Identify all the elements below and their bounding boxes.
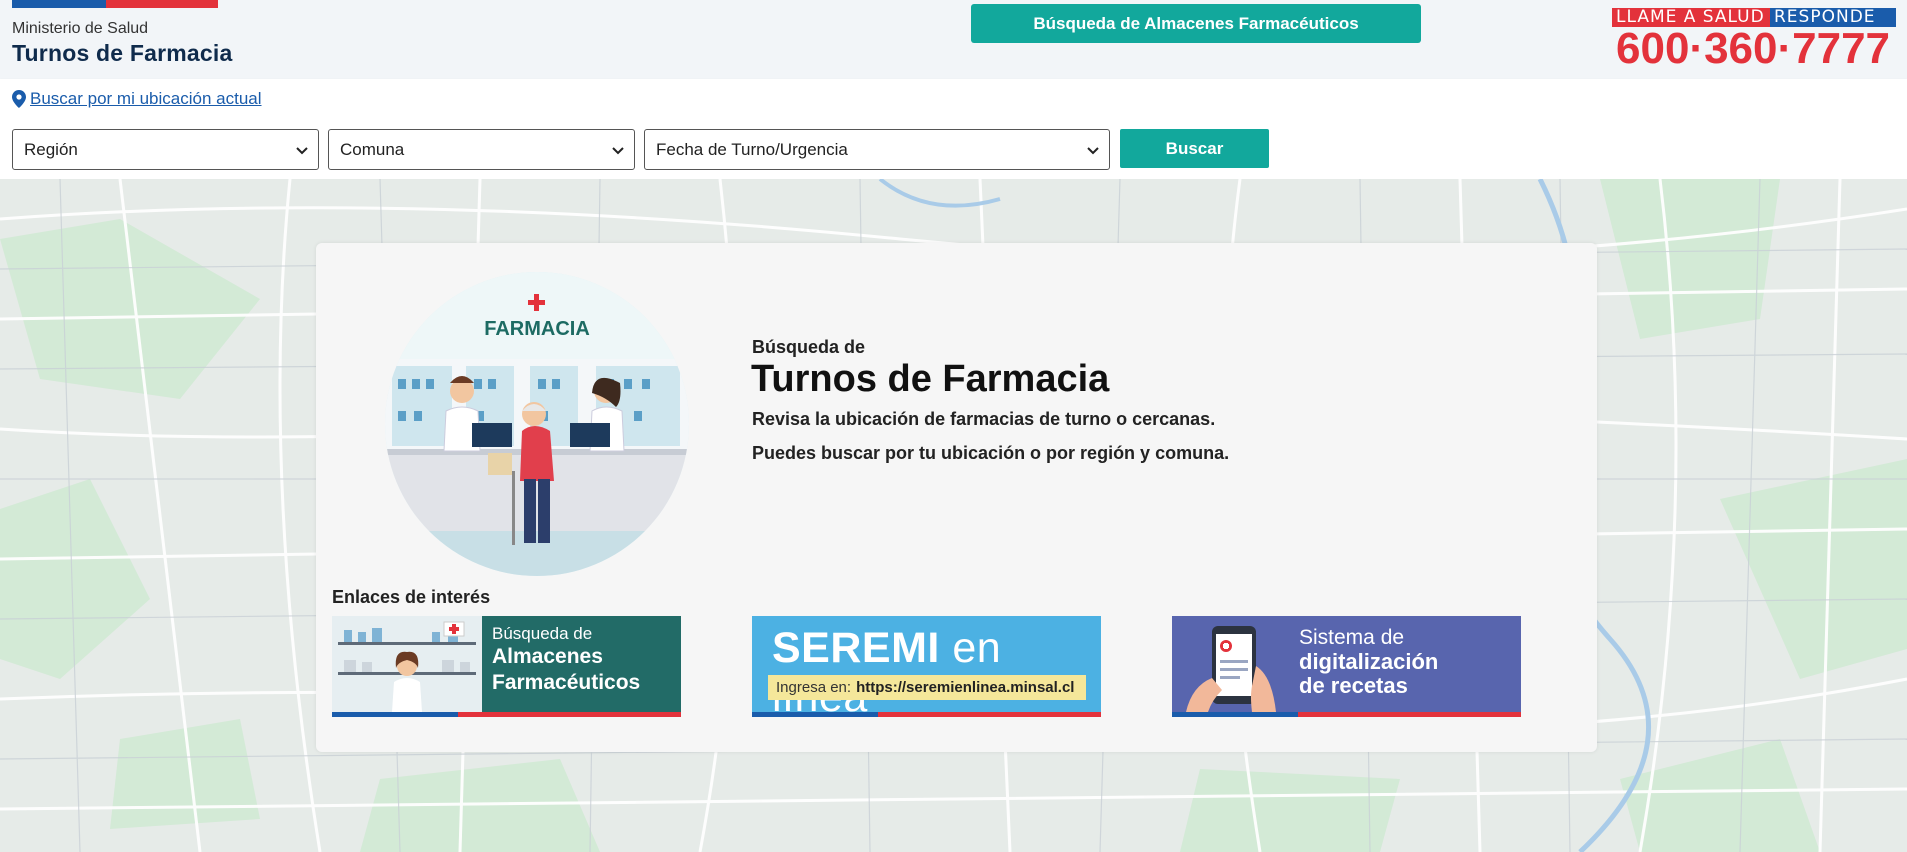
recetas-banner-link[interactable]: Sistema de digitalización de recetas	[1172, 616, 1521, 717]
almacenes-banner-line1: Almacenes	[492, 645, 603, 668]
almacenes-banner-text: Búsqueda de Almacenes Farmacéuticos	[492, 624, 640, 696]
almacenes-banner-link[interactable]: Búsqueda de Almacenes Farmacéuticos	[332, 616, 681, 717]
search-button[interactable]: Buscar	[1120, 129, 1269, 168]
ministry-name: Ministerio de Salud	[12, 20, 149, 37]
seremi-banner-title: SEREMI en línea	[772, 624, 1002, 717]
hero-title: Turnos de Farmacia	[751, 358, 1110, 400]
recetas-banner-text: Sistema de digitalización de recetas	[1299, 626, 1438, 698]
region-select-value: Región	[24, 139, 78, 159]
seremi-banner-link[interactable]: SEREMI en línea Ingresa en:https://serem…	[752, 616, 1101, 717]
seremi-banner-url: https://seremienlinea.minsal.cl	[856, 679, 1075, 696]
phone-hand-icon	[1186, 626, 1276, 712]
chevron-down-icon	[1087, 142, 1099, 158]
almacenes-banner-line2: Farmacéuticos	[492, 671, 641, 694]
gov-flag-strip	[12, 0, 218, 8]
comuna-select[interactable]: Comuna	[328, 129, 635, 170]
current-location-link[interactable]: Buscar por mi ubicación actual	[12, 89, 262, 109]
recetas-banner-line2: de recetas	[1299, 673, 1408, 698]
farmacia-sign-text: FARMACIA	[484, 318, 590, 340]
seremi-banner-url-box: Ingresa en: https://seremienlinea.minsal.…	[768, 675, 1086, 700]
search-panel: Buscar por mi ubicación actual Región Co…	[0, 79, 1907, 179]
almacenes-search-button[interactable]: Búsqueda de Almacenes Farmacéuticos	[971, 4, 1421, 43]
almacenes-illustration	[332, 616, 482, 712]
info-card: FARMACIA Búsqueda de Turnos de Farmacia …	[316, 243, 1597, 752]
links-heading: Enlaces de interés	[332, 587, 491, 607]
chevron-down-icon	[296, 142, 308, 158]
comuna-select-value: Comuna	[340, 139, 405, 159]
salud-phone-number[interactable]: 600·360·7777	[1616, 24, 1890, 74]
hero-pre-title: Búsqueda de	[752, 337, 866, 357]
top-header: Ministerio de Salud Turnos de Farmacia B…	[0, 0, 1907, 79]
fecha-select[interactable]: Fecha de Turno/Urgencia	[644, 129, 1110, 170]
hero-description-1: Revisa la ubicación de farmacias de turn…	[752, 409, 1216, 429]
almacenes-banner-small: Búsqueda de	[492, 624, 593, 643]
location-pin-icon	[12, 90, 26, 108]
hero-description-2: Puedes buscar por tu ubicación o por reg…	[752, 443, 1230, 463]
recetas-banner-small: Sistema de	[1299, 626, 1405, 649]
current-location-label: Buscar por mi ubicación actual	[30, 89, 262, 108]
site-title[interactable]: Turnos de Farmacia	[12, 40, 232, 67]
recetas-banner-line1: digitalización	[1299, 649, 1439, 674]
region-select[interactable]: Región	[12, 129, 319, 170]
fecha-select-value: Fecha de Turno/Urgencia	[656, 139, 848, 159]
pharmacy-illustration: FARMACIA	[385, 272, 689, 576]
chevron-down-icon	[612, 142, 624, 158]
